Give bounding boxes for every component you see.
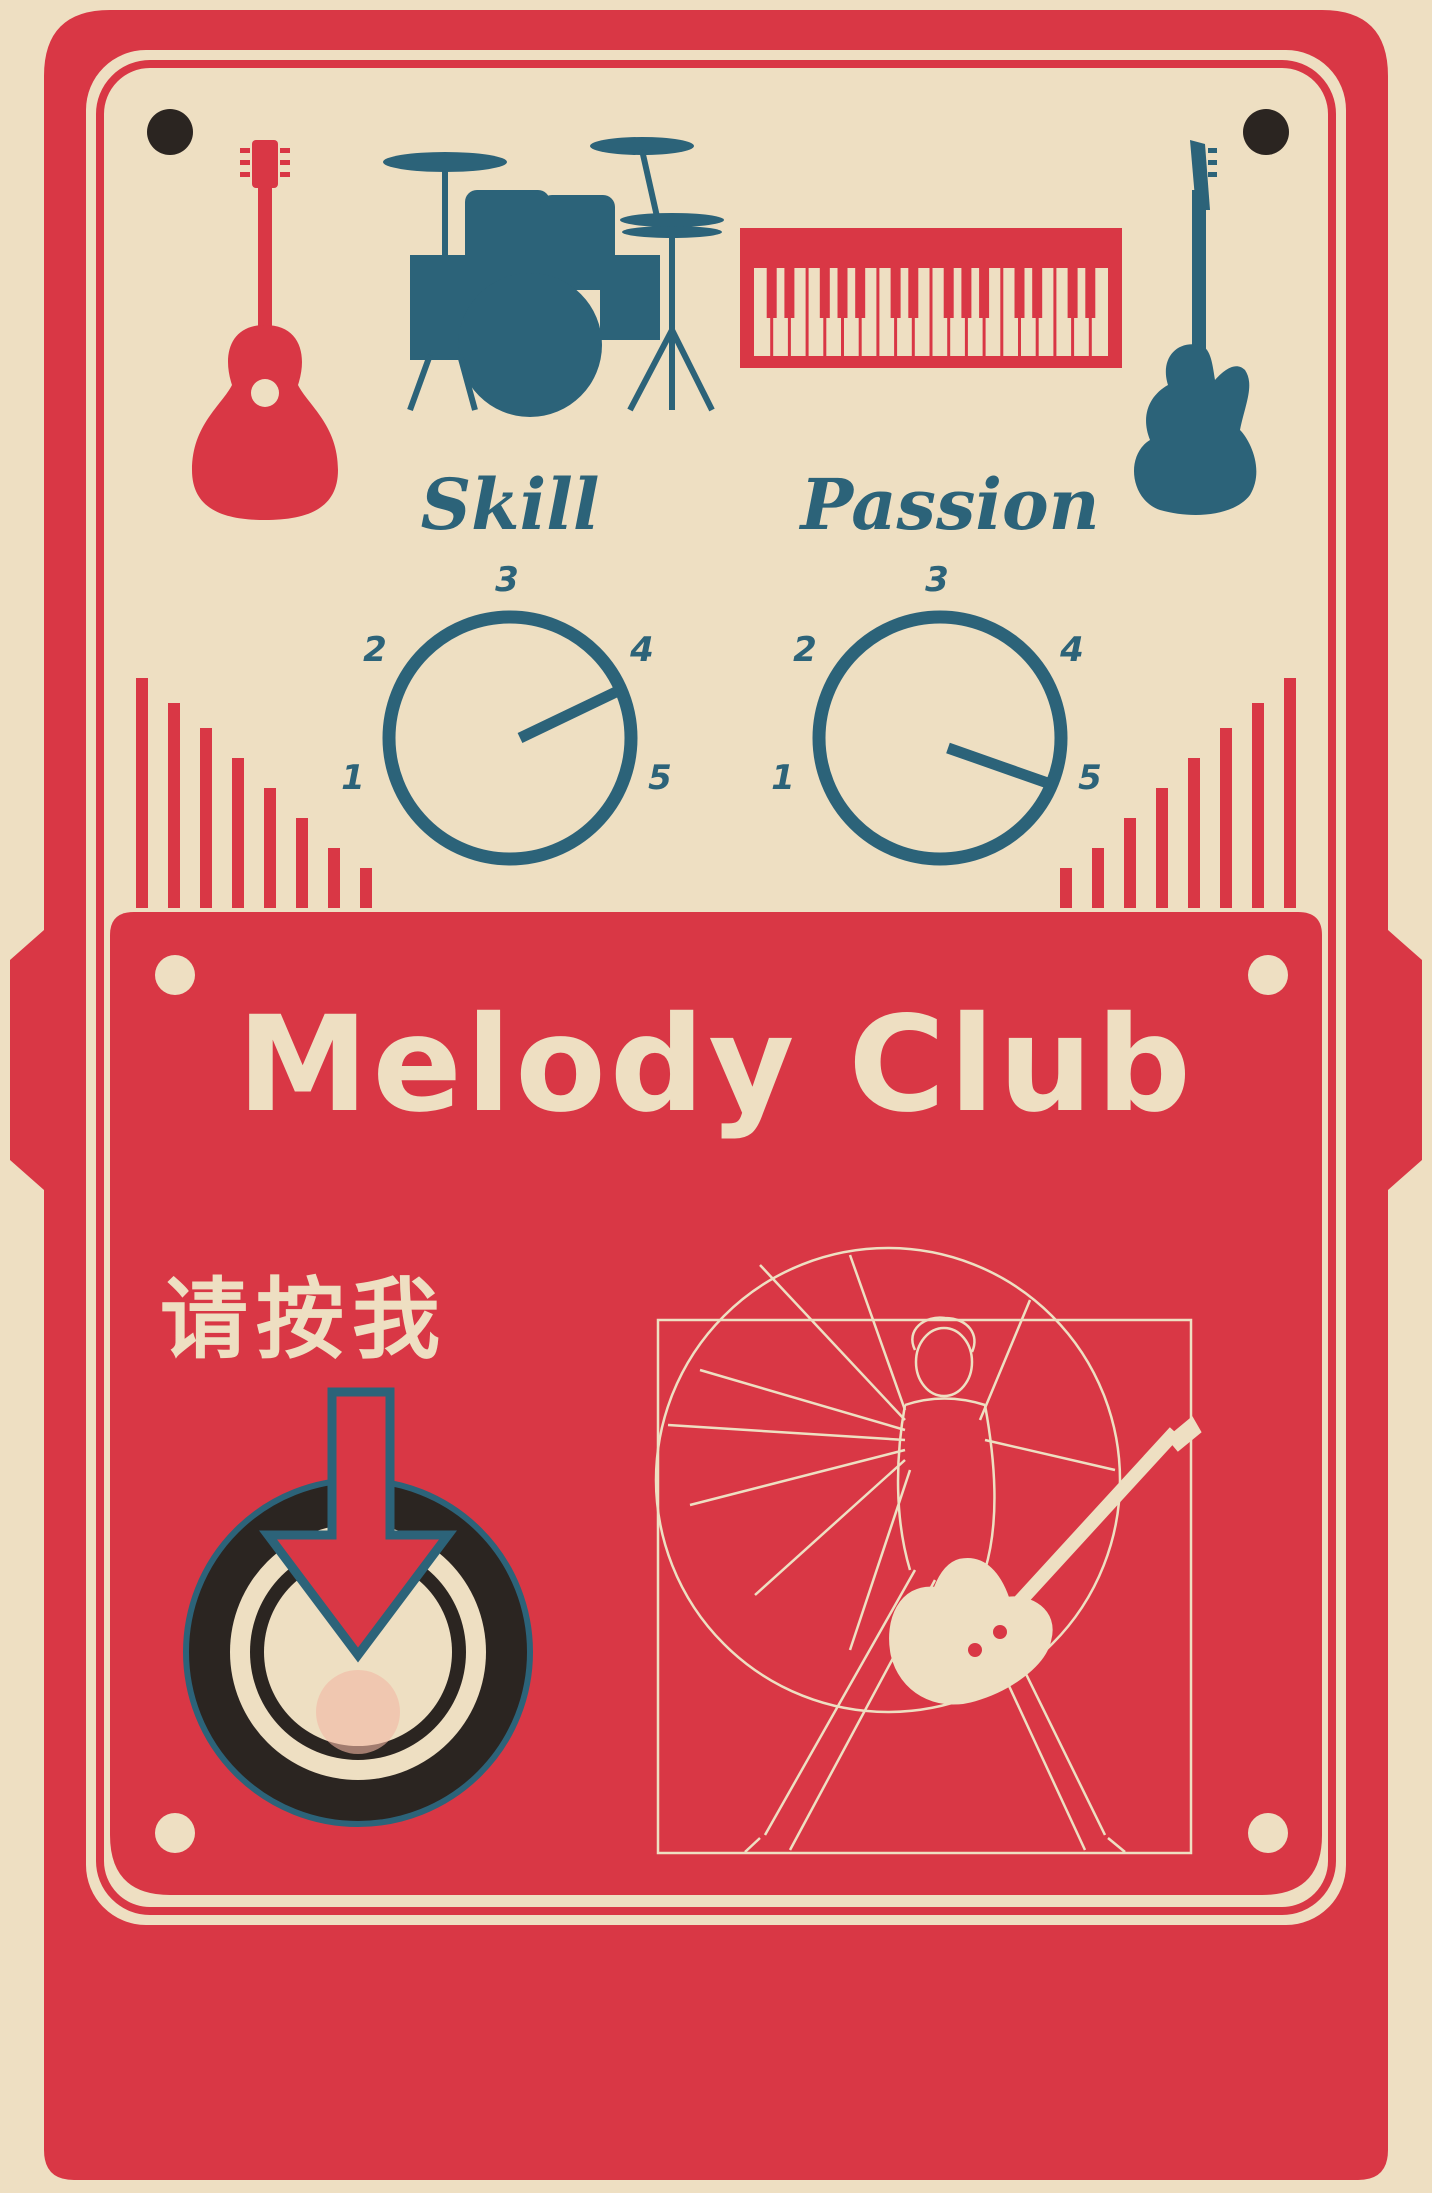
screw-mid-right	[1248, 955, 1288, 995]
keyboard-black-key	[837, 268, 848, 318]
equalizer-bar	[1124, 818, 1136, 908]
keyboard-black-key	[1085, 268, 1096, 318]
equalizer-bar	[1220, 728, 1232, 908]
press-me-label: 请按我	[160, 1268, 449, 1371]
equalizer-bar	[1252, 703, 1264, 908]
screw-mid-left	[155, 955, 195, 995]
keyboard-black-key	[908, 268, 919, 318]
keyboard-black-key	[1014, 268, 1025, 318]
effects-pedal: Skill Passion 1 2 3 4 5 1 2 3 4 5 Melody…	[0, 0, 1432, 2189]
equalizer-bar	[168, 703, 180, 908]
skill-scale-4: 4	[630, 630, 654, 670]
equalizer-bar	[1284, 678, 1296, 908]
equalizer-bar	[200, 728, 212, 908]
equalizer-bar	[296, 818, 308, 908]
knob-passion-label: Passion	[800, 463, 1100, 546]
keyboard-icon	[740, 228, 1122, 368]
keyboard-black-key	[784, 268, 795, 318]
passion-scale-2: 2	[793, 630, 817, 670]
equalizer-bar	[136, 678, 148, 908]
skill-scale-1: 1	[341, 758, 365, 798]
equalizer-bar	[264, 788, 276, 908]
equalizer-bar	[232, 758, 244, 908]
power-button-glow	[316, 1670, 400, 1754]
keyboard-black-key	[890, 268, 901, 318]
keyboard-black-key	[943, 268, 954, 318]
keyboard-black-key	[961, 268, 972, 318]
knob-skill-label: Skill	[420, 463, 600, 546]
keyboard-black-key	[855, 268, 866, 318]
equalizer-bar	[1188, 758, 1200, 908]
passion-scale-4: 4	[1060, 630, 1084, 670]
keyboard-black-key	[766, 268, 777, 318]
equalizer-bar	[360, 868, 372, 908]
passion-scale-3: 3	[925, 560, 949, 600]
passion-scale-5: 5	[1078, 758, 1102, 798]
screw-top-right	[1243, 109, 1289, 155]
equalizer-bar	[1156, 788, 1168, 908]
equalizer-bar	[328, 848, 340, 908]
keyboard-black-key	[979, 268, 990, 318]
skill-scale-2: 2	[363, 630, 387, 670]
screw-bottom-right	[1248, 1813, 1288, 1853]
screw-bottom-left	[155, 1813, 195, 1853]
screw-top-left	[147, 109, 193, 155]
keyboard-black-key	[819, 268, 830, 318]
brand-title: Melody Club	[237, 988, 1195, 1142]
equalizer-bar	[1092, 848, 1104, 908]
keyboard-black-key	[1032, 268, 1043, 318]
equalizer-bar	[1060, 868, 1072, 908]
skill-scale-5: 5	[648, 758, 672, 798]
skill-scale-3: 3	[495, 560, 519, 600]
passion-scale-1: 1	[771, 758, 795, 798]
keyboard-black-key	[1067, 268, 1078, 318]
